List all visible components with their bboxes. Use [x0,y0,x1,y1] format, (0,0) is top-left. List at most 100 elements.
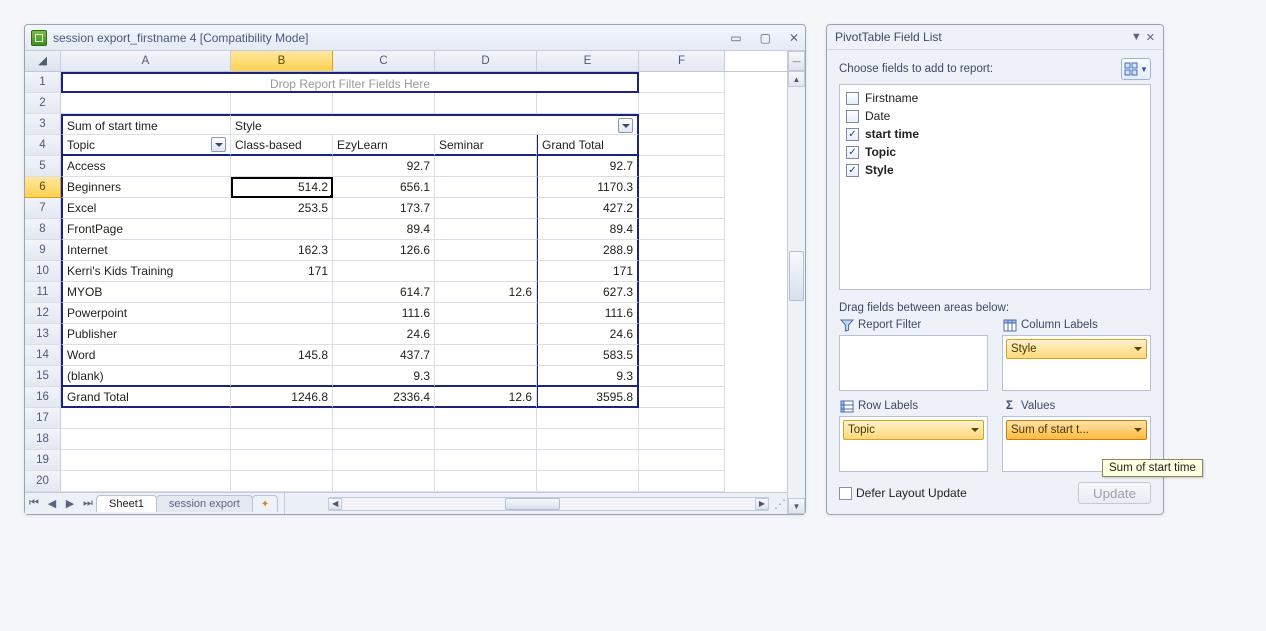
pivot-value[interactable]: 24.6 [537,324,639,345]
col-header[interactable]: A [61,51,231,71]
scroll-down-icon[interactable]: ▼ [788,498,805,514]
column-labels-dropzone[interactable]: Style [1002,335,1151,391]
pivot-value[interactable]: 89.4 [333,219,435,240]
empty-cell[interactable] [537,471,639,492]
empty-cell[interactable] [639,303,725,324]
row-header[interactable]: 19 [25,450,61,471]
active-cell[interactable]: 514.2 [231,177,333,198]
pivot-value[interactable] [231,156,333,177]
sheet-tab[interactable]: session export [156,495,253,512]
pivot-value[interactable]: 583.5 [537,345,639,366]
pivot-value[interactable]: 173.7 [333,198,435,219]
field-chip-values[interactable]: Sum of start t... [1006,420,1147,440]
empty-cell[interactable] [639,219,725,240]
pivot-row-label[interactable]: MYOB [61,282,231,303]
row-header[interactable]: 18 [25,429,61,450]
pivot-value[interactable] [435,156,537,177]
empty-cell[interactable] [435,450,537,471]
field-item[interactable]: ✓ start time [846,125,1144,143]
row-header[interactable]: 20 [25,471,61,492]
row-header[interactable]: 15 [25,366,61,387]
sheet-nav-first-icon[interactable]: ⏮ [25,497,43,510]
empty-cell[interactable] [333,450,435,471]
col-header[interactable]: E [537,51,639,71]
col-header[interactable]: F [639,51,725,71]
empty-cell[interactable] [61,429,231,450]
pivot-value[interactable]: 656.1 [333,177,435,198]
row-header[interactable]: 11 [25,282,61,303]
pivot-row-label[interactable]: Excel [61,198,231,219]
empty-cell[interactable] [231,408,333,429]
pivot-row-label[interactable]: Access [61,156,231,177]
pivot-value[interactable]: 92.7 [537,156,639,177]
sheet-nav-prev-icon[interactable]: ◀ [43,497,61,510]
pivot-row-label[interactable]: Kerri's Kids Training [61,261,231,282]
empty-cell[interactable] [435,471,537,492]
empty-cell[interactable] [639,429,725,450]
column-field-dropdown-icon[interactable] [618,118,633,133]
empty-cell[interactable] [333,429,435,450]
field-item[interactable]: Firstname [846,89,1144,107]
empty-cell[interactable] [639,261,725,282]
col-header[interactable]: D [435,51,537,71]
col-header[interactable]: C [333,51,435,71]
workbook-titlebar[interactable]: session export_firstname 4 [Compatibilit… [25,25,805,51]
pivot-value[interactable]: 627.3 [537,282,639,303]
pivot-value[interactable]: 111.6 [333,303,435,324]
worksheet-grid[interactable]: 1 Drop Report Filter Fields Here 2 [25,72,787,492]
empty-cell[interactable] [639,387,725,408]
empty-cell[interactable] [639,177,725,198]
field-item[interactable]: Date [846,107,1144,125]
pivot-row-field[interactable]: Topic [61,135,231,156]
empty-cell[interactable] [639,72,725,93]
row-field-dropdown-icon[interactable] [211,137,226,152]
pivot-value[interactable] [435,366,537,387]
select-all-corner[interactable]: ◢ [25,51,61,71]
pivot-value[interactable]: 12.6 [435,282,537,303]
empty-cell[interactable] [333,93,435,114]
empty-cell[interactable] [639,93,725,114]
scroll-thumb[interactable] [789,251,804,301]
pivot-value[interactable] [231,219,333,240]
row-header[interactable]: 7 [25,198,61,219]
field-chip-topic[interactable]: Topic [843,420,984,440]
empty-cell[interactable] [639,408,725,429]
sheet-nav-last-icon[interactable]: ⏭ [79,497,97,510]
empty-cell[interactable] [639,198,725,219]
pivot-value[interactable] [333,261,435,282]
pivot-value[interactable] [435,303,537,324]
empty-cell[interactable] [435,408,537,429]
pivot-grand-total[interactable]: 3595.8 [537,387,639,408]
empty-cell[interactable] [537,93,639,114]
empty-cell[interactable] [639,471,725,492]
pivot-value[interactable] [435,240,537,261]
pivot-grand-total[interactable]: 2336.4 [333,387,435,408]
row-header[interactable]: 4 [25,135,61,156]
pivot-value[interactable] [435,198,537,219]
pivot-col-header[interactable]: Grand Total [537,135,639,156]
row-header[interactable]: 10 [25,261,61,282]
empty-cell[interactable] [61,408,231,429]
pivot-value[interactable]: 437.7 [333,345,435,366]
update-button[interactable]: Update [1078,482,1151,504]
field-item[interactable]: ✓ Style [846,161,1144,179]
empty-cell[interactable] [333,408,435,429]
split-box[interactable]: — [788,51,805,71]
pivot-value[interactable]: 253.5 [231,198,333,219]
checkbox-checked-icon[interactable]: ✓ [846,128,859,141]
report-filter-dropzone[interactable] [839,335,988,391]
pivot-value[interactable] [231,303,333,324]
pane-close-icon[interactable]: ✕ [1146,31,1155,44]
pivot-value[interactable] [435,219,537,240]
empty-cell[interactable] [639,366,725,387]
empty-cell[interactable] [537,408,639,429]
row-header[interactable]: 14 [25,345,61,366]
empty-cell[interactable] [639,156,725,177]
empty-cell[interactable] [231,450,333,471]
pivot-value[interactable]: 111.6 [537,303,639,324]
new-sheet-button[interactable] [252,495,278,512]
close-icon[interactable]: ✕ [789,31,799,45]
checkbox-icon[interactable] [846,92,859,105]
empty-cell[interactable] [537,450,639,471]
pivot-value[interactable] [435,177,537,198]
